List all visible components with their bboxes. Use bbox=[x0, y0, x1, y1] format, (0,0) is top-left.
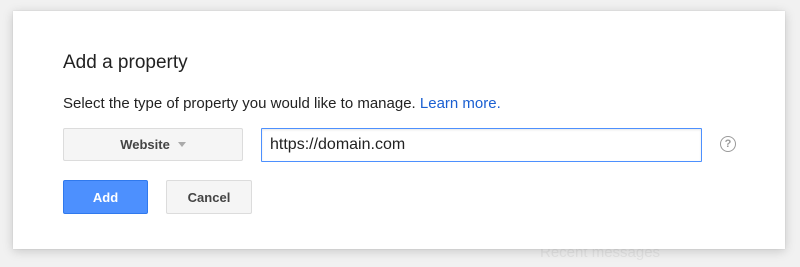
cancel-button[interactable]: Cancel bbox=[166, 180, 252, 214]
learn-more-link[interactable]: Learn more. bbox=[420, 95, 501, 112]
dialog-title: Add a property bbox=[63, 52, 188, 73]
question-mark-icon[interactable]: ? bbox=[720, 136, 736, 152]
add-button[interactable]: Add bbox=[63, 180, 148, 214]
dialog-prompt: Select the type of property you would li… bbox=[63, 95, 501, 112]
property-type-select[interactable]: Website bbox=[63, 128, 243, 161]
property-type-value: Website bbox=[120, 137, 170, 152]
add-property-dialog: Add a property Select the type of proper… bbox=[13, 11, 785, 249]
caret-down-icon bbox=[177, 142, 186, 147]
prompt-text: Select the type of property you would li… bbox=[63, 95, 416, 112]
property-url-input[interactable] bbox=[261, 128, 702, 162]
